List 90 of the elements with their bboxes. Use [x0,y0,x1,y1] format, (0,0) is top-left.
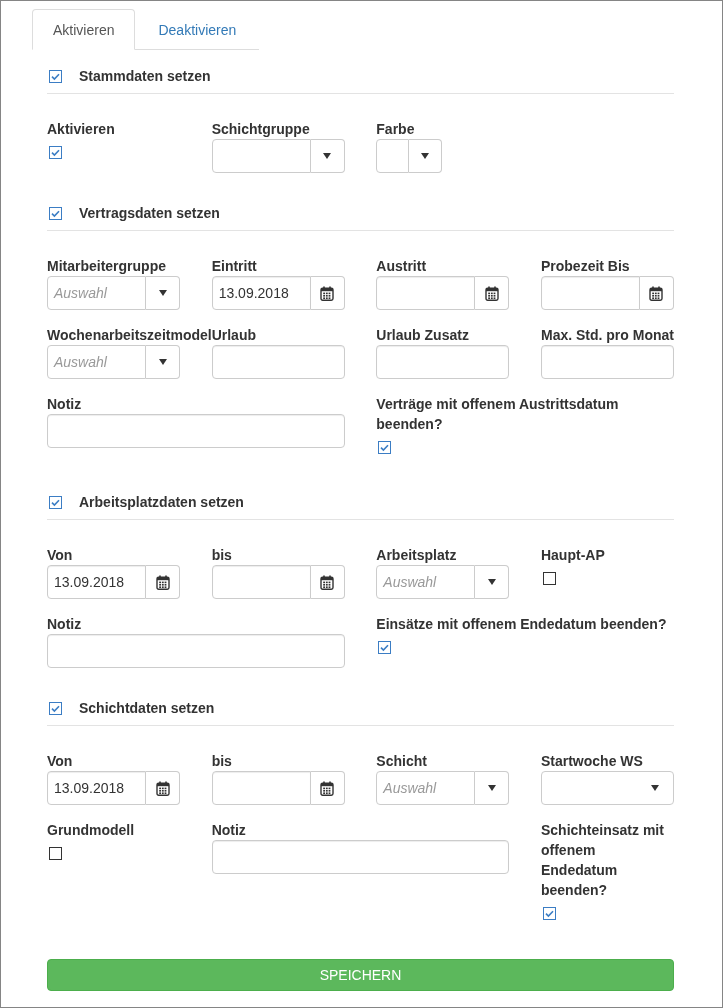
section-title: Vertragsdaten setzen [79,204,220,223]
calendar-icon [320,574,335,590]
field-label: Austritt [376,257,427,276]
dropdown-button[interactable] [475,565,510,599]
date-input[interactable]: 13.09.2018 [47,771,146,805]
caret-down-icon [487,785,496,791]
field-label: Von [47,546,73,565]
select-field[interactable] [211,139,311,173]
section-title: Stammdaten setzen [79,67,211,86]
field-label: Probezeit Bis [540,257,630,276]
calendar-button[interactable] [475,276,510,310]
field-label: Wochenarbeitszeitmodel [47,326,212,345]
caret-down-icon [650,785,659,791]
checkbox[interactable] [378,641,392,654]
caret-down-icon [158,290,167,296]
calendar-icon [155,574,170,590]
save-button[interactable]: SPEICHERN [47,959,674,991]
dropdown-button[interactable] [310,139,345,173]
calendar-icon [320,780,335,796]
tab[interactable]: Deaktivieren [137,9,258,50]
date-input[interactable] [540,276,640,310]
select-field[interactable]: Auswahl [376,565,476,599]
field-label: Schichtgruppe [211,120,310,139]
field-label: Verträge mit offenem Austrittsdatum beenden? [376,395,620,434]
caret-down-icon [323,153,332,159]
checkbox[interactable] [49,495,62,509]
date-input[interactable]: 13.09.2018 [47,565,146,599]
input-field[interactable] [540,345,674,379]
date-input[interactable] [376,276,476,310]
field-label: Aktivieren [47,120,116,139]
calendar-icon [649,285,664,301]
field-label: Urlaub Zusatz [376,326,469,345]
section-title: Arbeitsplatzdaten setzen [79,493,244,512]
date-input[interactable] [211,771,311,805]
field-label: Haupt-AP [540,546,606,565]
checkbox[interactable] [542,572,556,585]
input-field[interactable] [211,345,345,379]
caret-down-icon [487,579,496,585]
calendar-button[interactable] [639,276,674,310]
calendar-button[interactable] [310,565,345,599]
field-label: Einsätze mit offenem Endedatum beenden? [376,615,668,634]
select-field[interactable]: Auswahl [47,276,146,310]
select-field[interactable] [376,139,410,173]
field-label: Urlaub [211,326,256,345]
select-field[interactable]: Auswahl [47,345,146,379]
field-label: Eintritt [211,257,257,276]
input-field[interactable] [47,414,345,448]
field-label: Mitarbeitergruppe [47,257,166,276]
calendar-icon [484,285,499,301]
checkbox[interactable] [49,847,62,860]
calendar-icon [155,780,170,796]
tab[interactable]: Aktivieren [32,9,136,50]
select-field[interactable] [540,771,674,805]
select-field[interactable]: Auswahl [376,771,476,805]
field-label: Startwoche WS [540,752,643,771]
dropdown-button[interactable] [146,345,180,379]
field-label: bis [211,752,232,771]
field-label: Notiz [47,615,82,634]
checkbox[interactable] [49,701,62,715]
checkbox[interactable] [49,146,62,159]
field-label: Schicht [376,752,427,771]
caret-down-icon [421,153,430,159]
field-label: Max. Std. pro Monat [540,326,674,345]
date-input[interactable]: 13.09.2018 [211,276,311,310]
checkbox[interactable] [542,907,556,920]
calendar-button[interactable] [310,276,345,310]
field-label: Notiz [47,395,82,414]
calendar-button[interactable] [310,771,345,805]
calendar-button[interactable] [146,771,180,805]
field-label: Farbe [376,120,415,139]
field-label: Grundmodell [47,821,136,840]
calendar-icon [320,285,335,301]
input-field[interactable] [47,634,345,668]
field-label: Von [47,752,73,771]
section-title: Schichtdaten setzen [79,699,215,718]
dropdown-button[interactable] [409,139,443,173]
checkbox[interactable] [378,441,392,454]
date-input[interactable] [211,565,311,599]
checkbox[interactable] [49,206,62,220]
input-field[interactable] [376,345,510,379]
field-label: bis [211,546,232,565]
checkbox[interactable] [49,69,62,83]
caret-down-icon [158,359,167,365]
field-label: Arbeitsplatz [376,546,457,565]
input-field[interactable] [211,840,510,874]
field-label: Notiz [211,821,246,840]
dropdown-button[interactable] [475,771,510,805]
calendar-button[interactable] [146,565,180,599]
dropdown-button[interactable] [146,276,180,310]
field-label: Schichteinsatz mit offenem Endedatum beenden? [540,821,665,900]
